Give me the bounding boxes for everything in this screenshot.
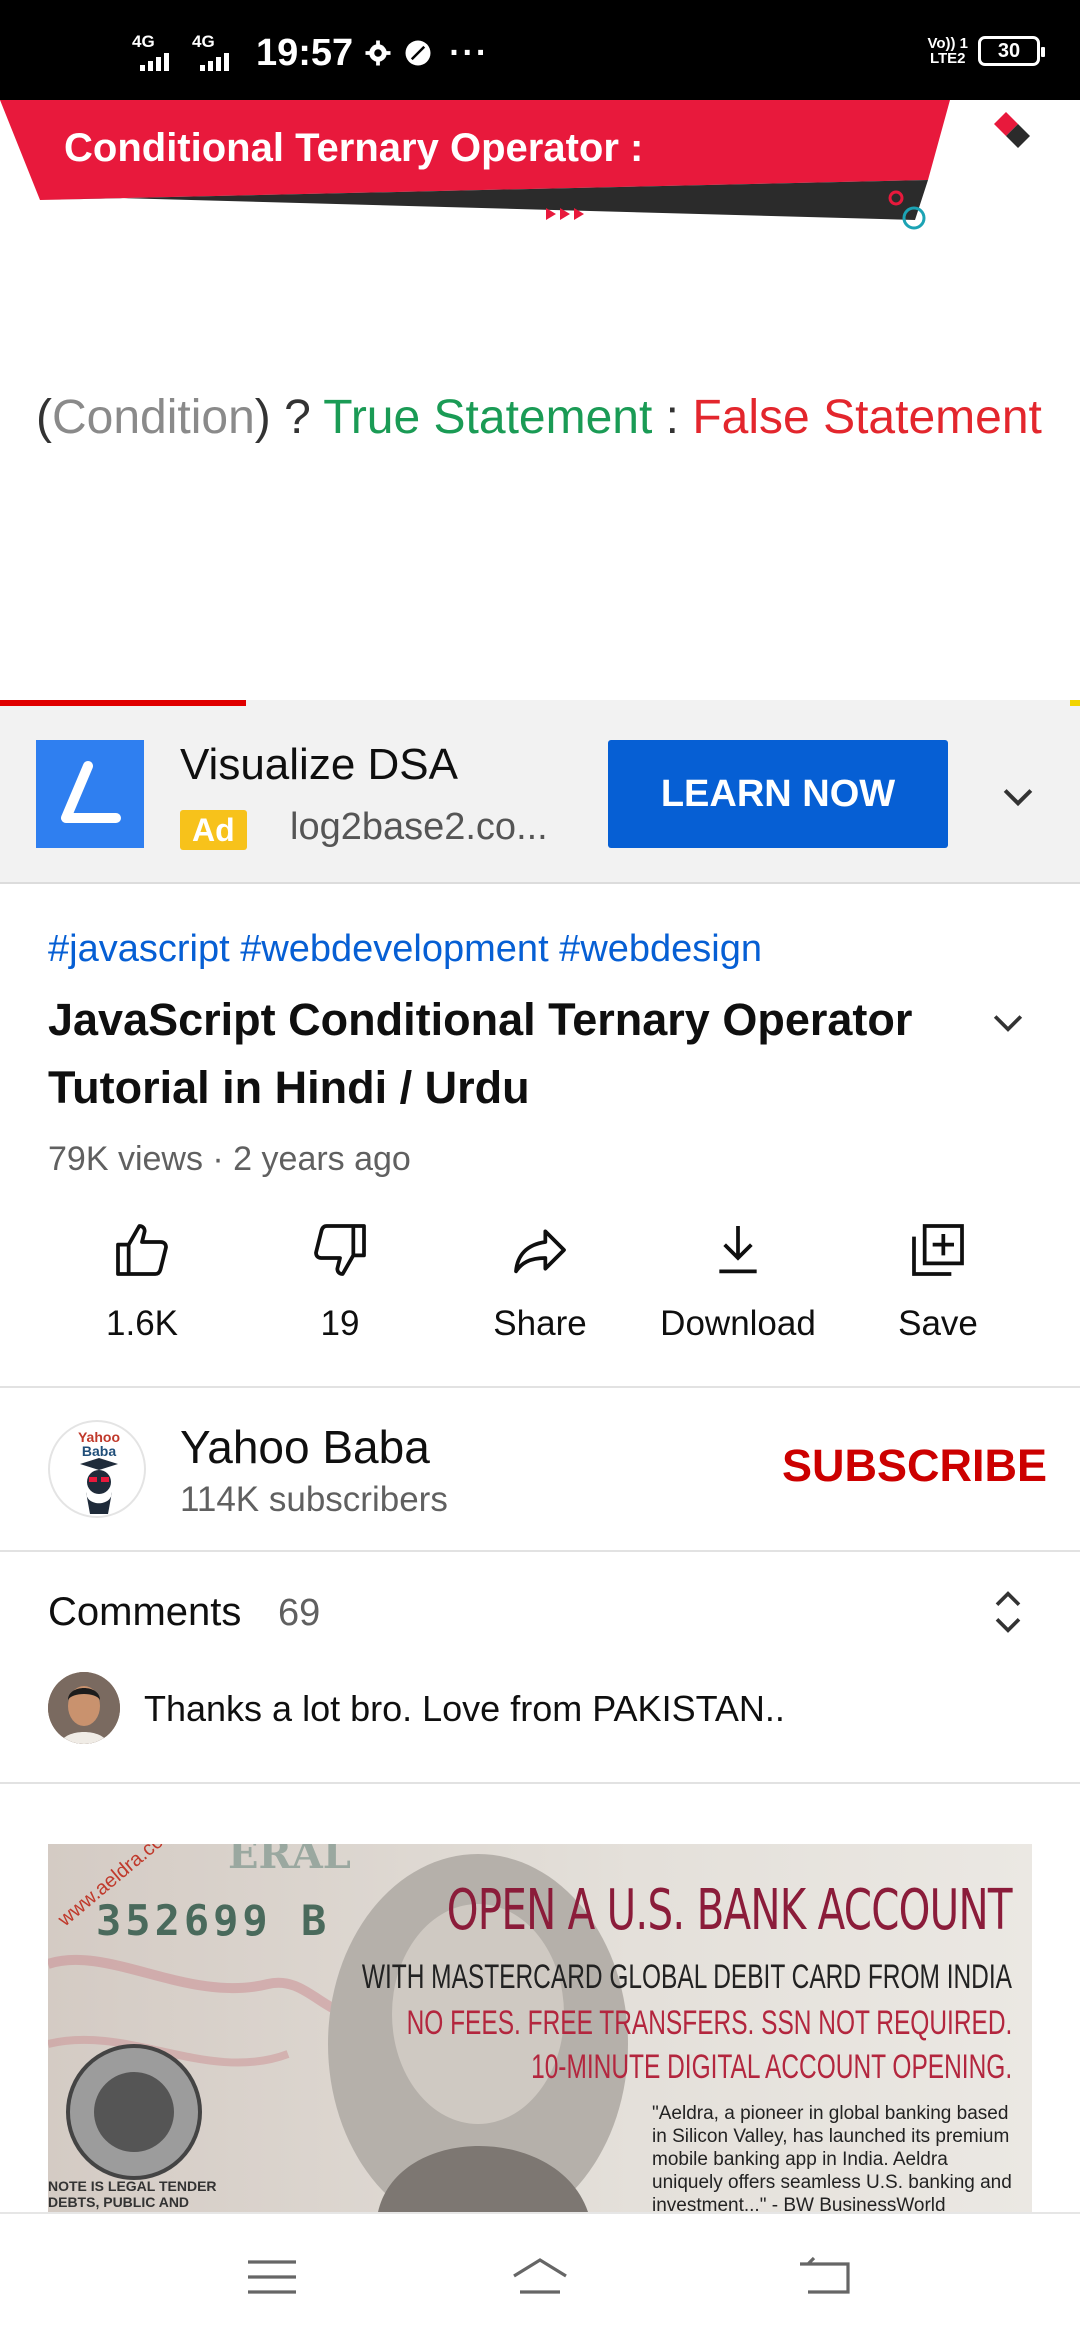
system-nav-bar xyxy=(0,2212,1080,2340)
volte-indicator: Vo)) 1 LTE2 xyxy=(927,35,968,67)
hashtags[interactable]: #javascript #webdevelopment #webdesign xyxy=(48,928,762,971)
battery-icon: 30 xyxy=(978,36,1045,66)
menu-icon[interactable] xyxy=(242,2252,302,2302)
ad-badge: Ad xyxy=(180,810,247,850)
divider xyxy=(0,1386,1080,1388)
slide-formula: (Condition) ? True Statement : False Sta… xyxy=(36,391,1042,444)
promo-line-opening: 10-MINUTE DIGITAL ACCOUNT OPENING. xyxy=(530,2048,1012,2086)
video-player[interactable]: Conditional Ternary Operator : (Conditio… xyxy=(0,100,1080,706)
expand-collapse-icon[interactable] xyxy=(986,1584,1030,1640)
dislike-button[interactable]: 19 xyxy=(240,1218,440,1344)
ad-strip[interactable]: Visualize DSA Ad log2base2.co... LEARN N… xyxy=(0,706,1080,884)
like-count: 1.6K xyxy=(106,1304,178,1343)
download-label: Download xyxy=(660,1304,816,1343)
subscriber-count: 114K subscribers xyxy=(180,1480,448,1519)
download-icon xyxy=(719,1226,757,1274)
learn-now-button[interactable]: LEARN NOW xyxy=(608,740,948,848)
video-meta: 79K views · 2 years ago xyxy=(48,1140,411,1178)
ad-domain: log2base2.co... xyxy=(290,806,548,848)
chevron-down-icon[interactable] xyxy=(996,774,1040,818)
app-leaf-icon xyxy=(405,40,431,66)
more-dots-icon: ··· xyxy=(449,34,490,72)
download-button[interactable]: Download xyxy=(638,1218,838,1344)
ad-title: Visualize DSA xyxy=(180,740,458,789)
divider xyxy=(0,1782,1080,1784)
promo-subhead: WITH MASTERCARD GLOBAL DEBIT CARD FROM I… xyxy=(361,1958,1012,1996)
promo-quote: "Aeldra, a pioneer in global banking bas… xyxy=(652,2103,1012,2212)
commenter-avatar[interactable] xyxy=(48,1672,120,1744)
promo-ad-image[interactable]: ERAL www.aeldra.com 352699 B NOTE IS LEG… xyxy=(48,1844,1032,2212)
save-label: Save xyxy=(898,1304,978,1343)
signal-icon: 4G xyxy=(132,33,182,73)
action-row: 1.6K 19 Share Download Save xyxy=(0,1218,1080,1358)
share-label: Share xyxy=(493,1304,587,1343)
back-icon[interactable] xyxy=(796,2252,856,2302)
ad-logo-icon xyxy=(36,740,144,848)
comments-label[interactable]: Comments xyxy=(48,1590,241,1635)
save-button[interactable]: Save xyxy=(838,1218,1038,1344)
network-label: 4G xyxy=(192,32,215,51)
status-left: 4G 4G 19:57 ··· xyxy=(132,30,489,76)
slide-title: Conditional Ternary Operator : xyxy=(64,126,644,170)
thumbs-down-icon xyxy=(314,1224,366,1276)
share-icon xyxy=(514,1229,566,1274)
subscribe-button[interactable]: SUBSCRIBE xyxy=(782,1440,1047,1492)
expand-description-icon[interactable] xyxy=(986,1000,1030,1044)
formula-condition: Condition xyxy=(51,391,255,444)
dislike-count: 19 xyxy=(320,1304,360,1343)
status-time: 19:57 xyxy=(256,31,354,74)
video-title[interactable]: JavaScript Conditional Ternary Operator … xyxy=(48,986,948,1122)
thumbs-up-icon xyxy=(116,1224,168,1276)
promo-legal-text: NOTE IS LEGAL TENDER DEBTS, PUBLIC AND P… xyxy=(48,2178,217,2212)
svg-text:Baba: Baba xyxy=(82,1443,116,1459)
divider xyxy=(0,1550,1080,1552)
home-icon[interactable] xyxy=(510,2252,570,2302)
channel-name[interactable]: Yahoo Baba xyxy=(180,1420,430,1474)
svg-text:ERAL: ERAL xyxy=(228,1844,351,1878)
promo-line-fees: NO FEES. FREE TRANSFERS. SSN NOT REQUIRE… xyxy=(406,2004,1012,2042)
like-button[interactable]: 1.6K xyxy=(42,1218,242,1344)
formula-false: False Statement xyxy=(692,391,1042,444)
top-comment[interactable]: Thanks a lot bro. Love from PAKISTAN.. xyxy=(144,1688,785,1730)
settings-icon xyxy=(365,40,391,66)
share-button[interactable]: Share xyxy=(440,1218,640,1344)
network-label: 4G xyxy=(132,32,155,51)
comments-count: 69 xyxy=(278,1592,321,1634)
formula-true: True Statement xyxy=(323,391,653,444)
signal-icon: 4G xyxy=(192,33,242,73)
status-right: Vo)) 1 LTE2 30 xyxy=(927,35,1045,67)
save-playlist-icon xyxy=(912,1224,964,1276)
promo-serial: 352699 B xyxy=(96,1896,331,1945)
channel-avatar[interactable]: Yahoo Baba xyxy=(48,1420,146,1518)
promo-headline: OPEN A U.S. BANK ACCOUNT xyxy=(446,1878,1013,1943)
battery-level: 30 xyxy=(997,39,1021,62)
status-bar: 4G 4G 19:57 ··· Vo)) 1 LTE2 30 xyxy=(0,0,1080,100)
